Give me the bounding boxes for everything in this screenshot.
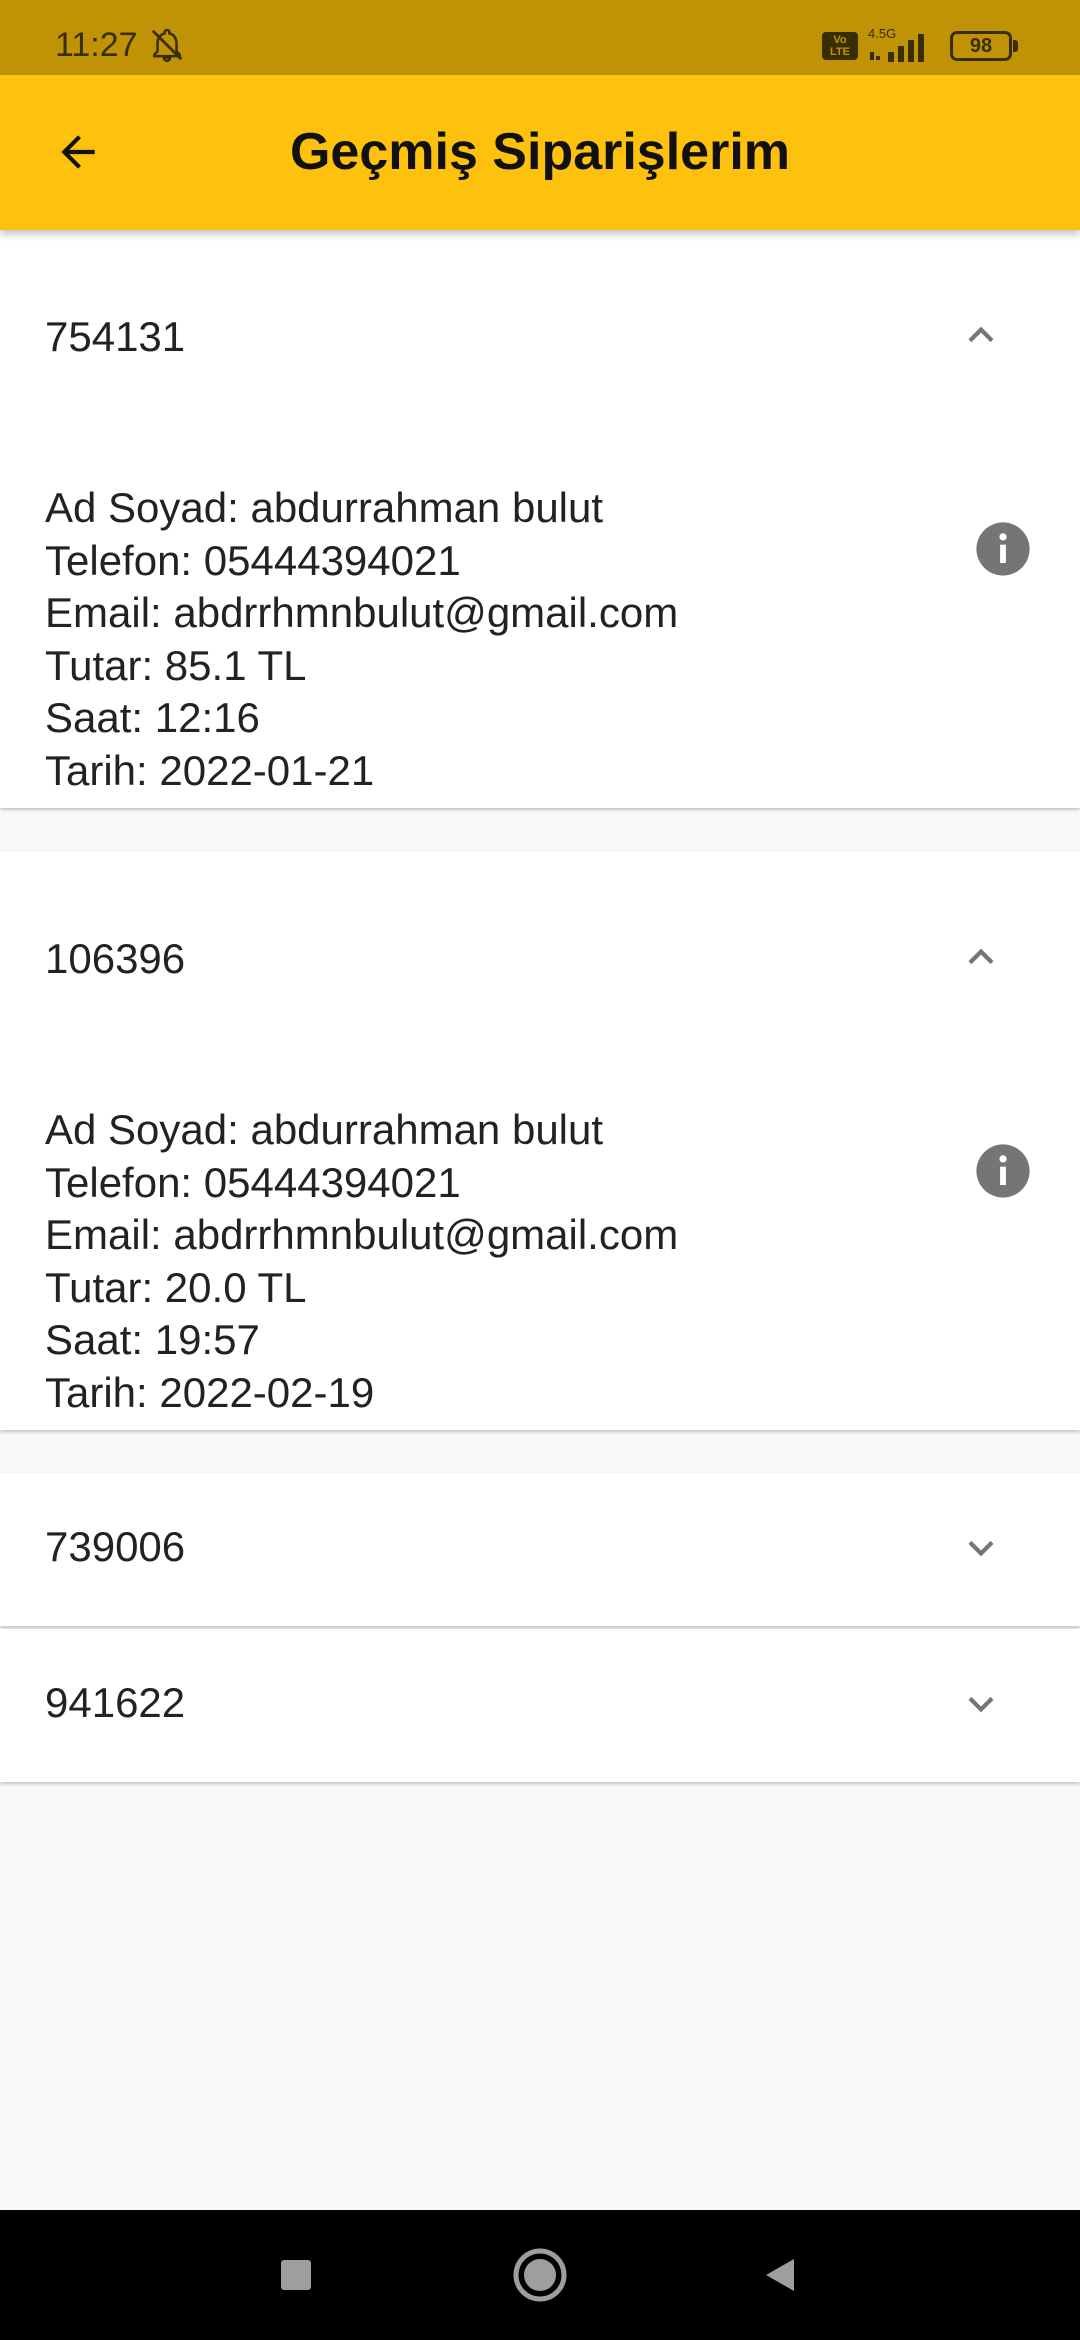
battery-tip	[1013, 40, 1018, 52]
nav-back-button[interactable]	[720, 2210, 840, 2340]
detail-tutar: Tutar: 20.0 TL	[45, 1263, 307, 1311]
order-panel: 754131 Ad Soyad: abdurrahman bulut Telef…	[0, 230, 1080, 808]
chevron-up-icon[interactable]	[956, 310, 1006, 360]
square-icon	[281, 2260, 311, 2290]
detail-tarih: Tarih: 2022-01-21	[45, 746, 375, 794]
chevron-down-icon[interactable]	[956, 1679, 1006, 1729]
battery-icon: 98	[950, 31, 1012, 61]
detail-tutar: Tutar: 85.1 TL	[45, 641, 307, 689]
app-bar: Geçmiş Siparişlerim	[0, 75, 1080, 230]
detail-saat: Saat: 19:57	[45, 1316, 260, 1363]
order-panel: 106396 Ad Soyad: abdurrahman bulut Telef…	[0, 852, 1080, 1430]
system-nav-bar	[0, 2210, 1080, 2340]
detail-tarih: Tarih: 2022-02-19	[45, 1368, 375, 1416]
info-icon[interactable]	[974, 1142, 1032, 1200]
detail-telefon: Telefon: 05444394021	[45, 1158, 461, 1206]
order-details: Ad Soyad: abdurrahman bulut Telefon: 054…	[45, 1104, 678, 1419]
detail-ad-soyad: Ad Soyad: abdurrahman bulut	[45, 484, 604, 531]
triangle-back-icon	[766, 2259, 794, 2291]
order-details: Ad Soyad: abdurrahman bulut Telefon: 054…	[45, 482, 678, 797]
circle-icon	[513, 2248, 567, 2302]
info-icon[interactable]	[974, 520, 1032, 578]
signal-strength-icon	[870, 34, 924, 62]
detail-telefon: Telefon: 05444394021	[45, 536, 461, 584]
order-id: 754131	[45, 313, 186, 360]
chevron-down-icon[interactable]	[956, 1523, 1006, 1573]
detail-email: Email: abdrrhmnbulut@gmail.com	[45, 589, 679, 636]
order-id: 739006	[45, 1523, 186, 1570]
order-id: 941622	[45, 1679, 186, 1726]
status-time: 11:27	[55, 26, 138, 64]
order-id: 106396	[45, 935, 186, 982]
order-panel-header[interactable]: 106396	[0, 902, 1080, 1012]
page-title: Geçmiş Siparişlerim	[289, 123, 791, 181]
order-panel[interactable]: 739006	[0, 1473, 1080, 1626]
detail-ad-soyad: Ad Soyad: abdurrahman bulut	[45, 1106, 604, 1153]
chevron-up-icon[interactable]	[956, 932, 1006, 982]
status-bar: 11:27 Vo LTE 4.5G 98	[0, 0, 1080, 75]
order-panel[interactable]: 941622	[0, 1629, 1080, 1782]
notifications-off-icon	[151, 28, 183, 63]
detail-email: Email: abdrrhmnbulut@gmail.com	[45, 1211, 679, 1258]
nav-recents-button[interactable]	[236, 2210, 356, 2340]
nav-home-button[interactable]	[480, 2210, 600, 2340]
order-panel-header[interactable]: 754131	[0, 280, 1080, 390]
volte-icon: Vo LTE	[822, 32, 858, 60]
detail-saat: Saat: 12:16	[45, 694, 260, 741]
